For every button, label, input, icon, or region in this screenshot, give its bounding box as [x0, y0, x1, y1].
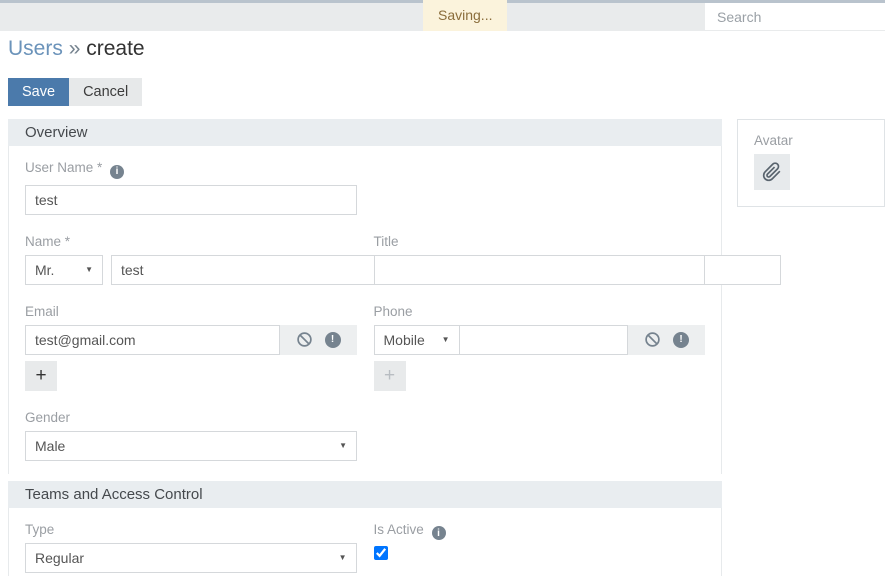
email-input[interactable]	[25, 324, 280, 355]
salutation-select[interactable]: Mr. ▼	[25, 254, 103, 285]
save-button[interactable]: Save	[8, 78, 70, 106]
invalid-exclamation-icon[interactable]: !	[673, 331, 689, 348]
topbar: Saving...	[0, 0, 885, 31]
gender-value: Male	[35, 437, 66, 454]
action-buttons: Save Cancel	[0, 61, 885, 106]
saving-notification: Saving...	[423, 0, 508, 31]
teams-panel-title: Teams and Access Control	[8, 480, 722, 508]
overview-panel: Overview User Name * i test Name * Mr. ▼…	[8, 119, 781, 474]
user-name-input[interactable]	[25, 184, 357, 215]
cancel-button[interactable]: Cancel	[69, 78, 143, 106]
is-active-label: Is Active	[373, 521, 424, 537]
opt-out-ban-icon[interactable]	[644, 331, 661, 348]
avatar-panel: Avatar	[737, 119, 885, 207]
email-field: Email !	[25, 304, 357, 391]
teams-panel: Teams and Access Control Type Regular ▼	[8, 480, 722, 576]
required-marker: *	[64, 233, 71, 249]
phone-label: Phone	[373, 303, 413, 319]
invalid-exclamation-icon[interactable]: !	[324, 331, 341, 348]
search-input[interactable]	[705, 3, 885, 30]
required-marker: *	[97, 160, 103, 175]
gender-label: Gender	[25, 409, 71, 425]
info-icon: i	[110, 164, 125, 179]
phone-field: Phone Mobile ▼ ! +	[373, 303, 705, 391]
title-field: Title	[373, 233, 705, 285]
add-email-button[interactable]: +	[25, 360, 57, 391]
title-input[interactable]	[373, 254, 705, 285]
salutation-value: Mr.	[35, 261, 55, 278]
add-phone-button[interactable]: +	[373, 360, 406, 391]
avatar-upload-button[interactable]	[754, 154, 790, 190]
gender-select[interactable]: Male ▼	[25, 430, 357, 461]
phone-input[interactable]	[458, 324, 628, 355]
phone-type-value: Mobile	[383, 331, 425, 348]
caret-down-icon: ▼	[339, 441, 347, 450]
breadcrumb: Users » create	[0, 31, 885, 61]
avatar-label: Avatar	[754, 133, 793, 148]
type-select[interactable]: Regular ▼	[25, 542, 357, 573]
type-label: Type	[25, 521, 55, 537]
is-active-field: Is Active i	[373, 521, 706, 573]
breadcrumb-separator: »	[68, 37, 81, 60]
breadcrumb-users-link[interactable]: Users	[8, 37, 63, 60]
phone-type-select[interactable]: Mobile ▼	[373, 324, 459, 355]
is-active-checkbox[interactable]	[373, 546, 388, 560]
user-name-field: User Name * i	[25, 160, 357, 215]
gender-field: Gender Male ▼	[25, 410, 357, 461]
opt-out-ban-icon[interactable]	[296, 331, 313, 348]
caret-down-icon: ▼	[338, 553, 347, 562]
type-field: Type Regular ▼	[25, 522, 357, 573]
user-name-label: User Name	[25, 160, 94, 175]
paperclip-icon	[762, 162, 782, 182]
title-label: Title	[373, 233, 399, 249]
name-label: Name	[25, 233, 62, 249]
name-field: Name * Mr. ▼	[25, 233, 781, 285]
email-label: Email	[25, 303, 59, 319]
page-title: create	[86, 37, 145, 60]
caret-down-icon: ▼	[441, 335, 450, 344]
overview-panel-title: Overview	[8, 119, 722, 146]
info-icon: i	[431, 526, 446, 540]
type-value: Regular	[35, 549, 85, 566]
caret-down-icon: ▼	[85, 265, 93, 274]
